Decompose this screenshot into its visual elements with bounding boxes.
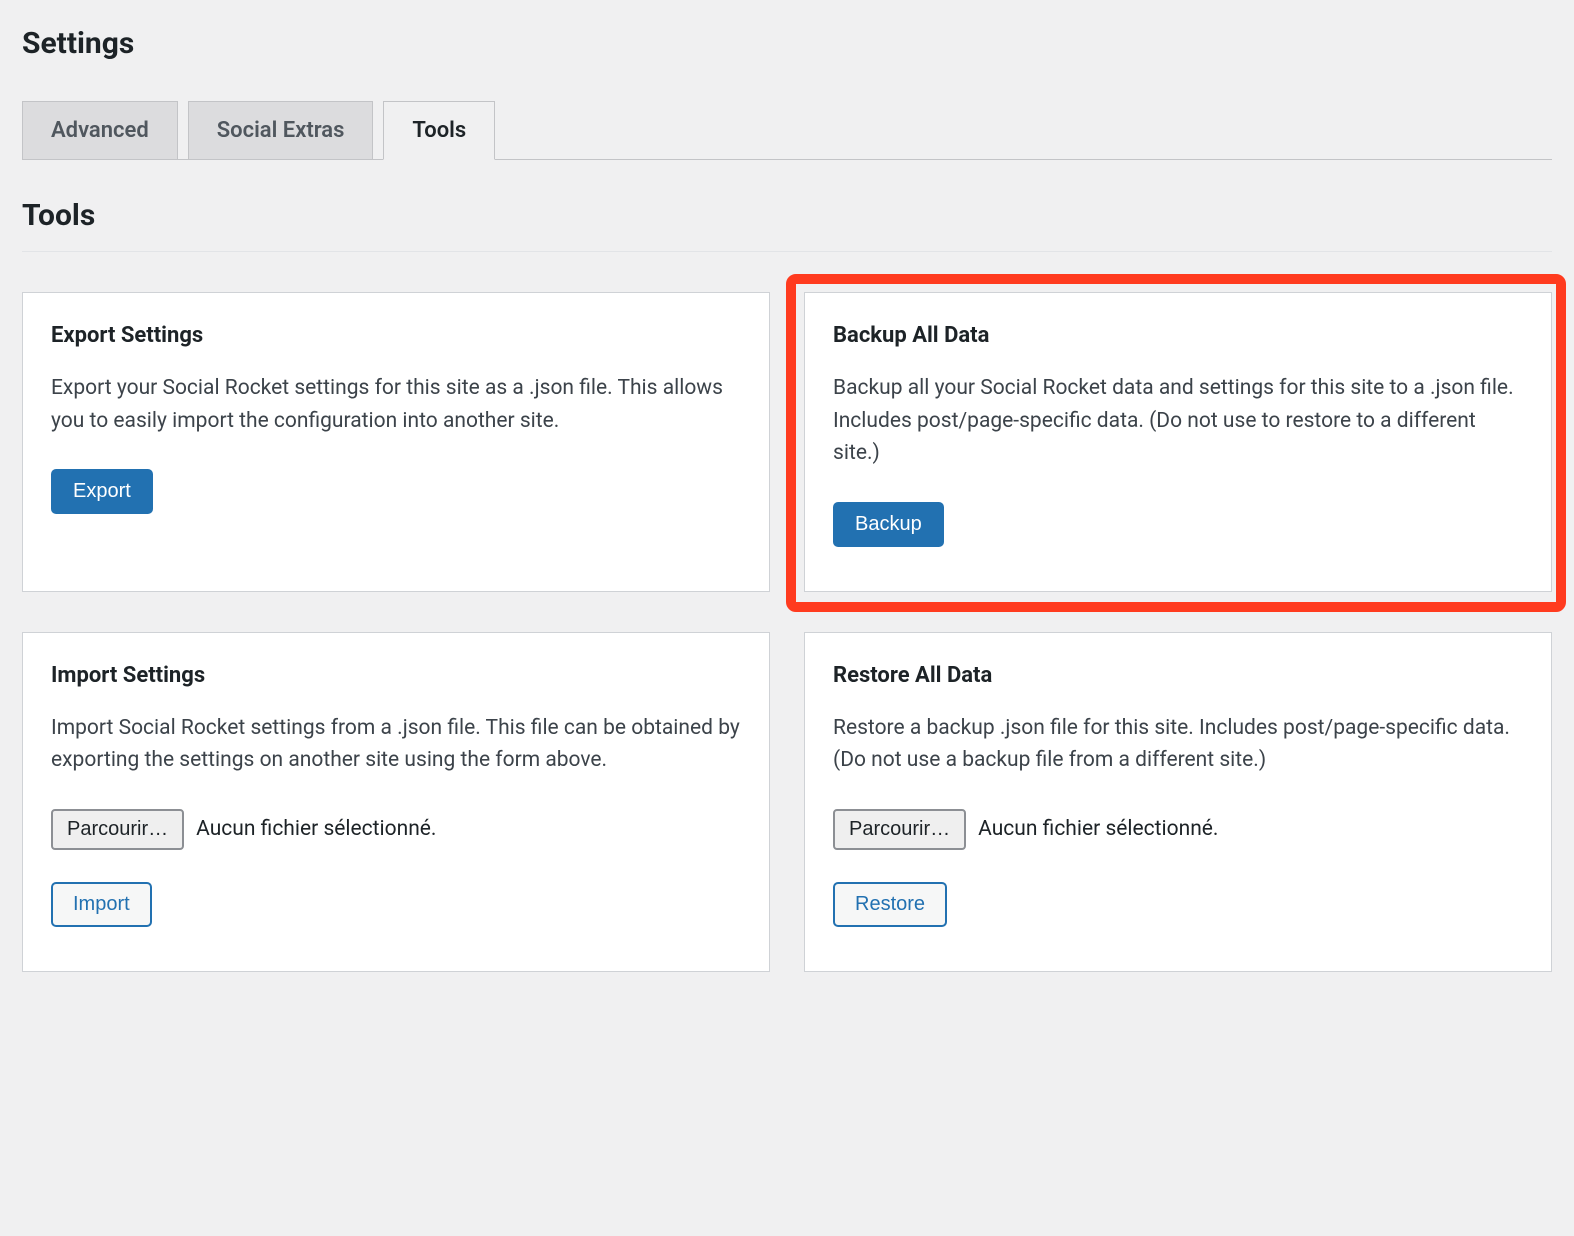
- backup-title: Backup All Data: [833, 323, 1523, 348]
- import-title: Import Settings: [51, 663, 741, 688]
- backup-desc: Backup all your Social Rocket data and s…: [833, 372, 1523, 470]
- tabs: Advanced Social Extras Tools: [22, 101, 1552, 160]
- restore-browse-button[interactable]: Parcourir…: [833, 809, 966, 850]
- card-backup: Backup All Data Backup all your Social R…: [804, 292, 1552, 592]
- restore-file-row: Parcourir… Aucun fichier sélectionné.: [833, 809, 1523, 850]
- import-browse-button[interactable]: Parcourir…: [51, 809, 184, 850]
- import-file-status: Aucun fichier sélectionné.: [196, 817, 436, 841]
- divider: [22, 251, 1552, 252]
- card-import: Import Settings Import Social Rocket set…: [22, 632, 770, 972]
- export-button[interactable]: Export: [51, 469, 153, 514]
- tab-advanced[interactable]: Advanced: [22, 101, 178, 160]
- restore-desc: Restore a backup .json file for this sit…: [833, 712, 1523, 777]
- tools-grid: Export Settings Export your Social Rocke…: [22, 292, 1552, 972]
- page-title: Settings: [22, 26, 1552, 61]
- backup-button[interactable]: Backup: [833, 502, 944, 547]
- import-file-row: Parcourir… Aucun fichier sélectionné.: [51, 809, 741, 850]
- section-title: Tools: [22, 198, 1552, 233]
- restore-title: Restore All Data: [833, 663, 1523, 688]
- tab-social-extras[interactable]: Social Extras: [188, 101, 374, 160]
- export-title: Export Settings: [51, 323, 741, 348]
- restore-file-status: Aucun fichier sélectionné.: [978, 817, 1218, 841]
- tab-tools[interactable]: Tools: [383, 101, 495, 160]
- restore-button[interactable]: Restore: [833, 882, 947, 927]
- import-desc: Import Social Rocket settings from a .js…: [51, 712, 741, 777]
- import-button[interactable]: Import: [51, 882, 152, 927]
- export-desc: Export your Social Rocket settings for t…: [51, 372, 741, 437]
- card-export: Export Settings Export your Social Rocke…: [22, 292, 770, 592]
- card-restore: Restore All Data Restore a backup .json …: [804, 632, 1552, 972]
